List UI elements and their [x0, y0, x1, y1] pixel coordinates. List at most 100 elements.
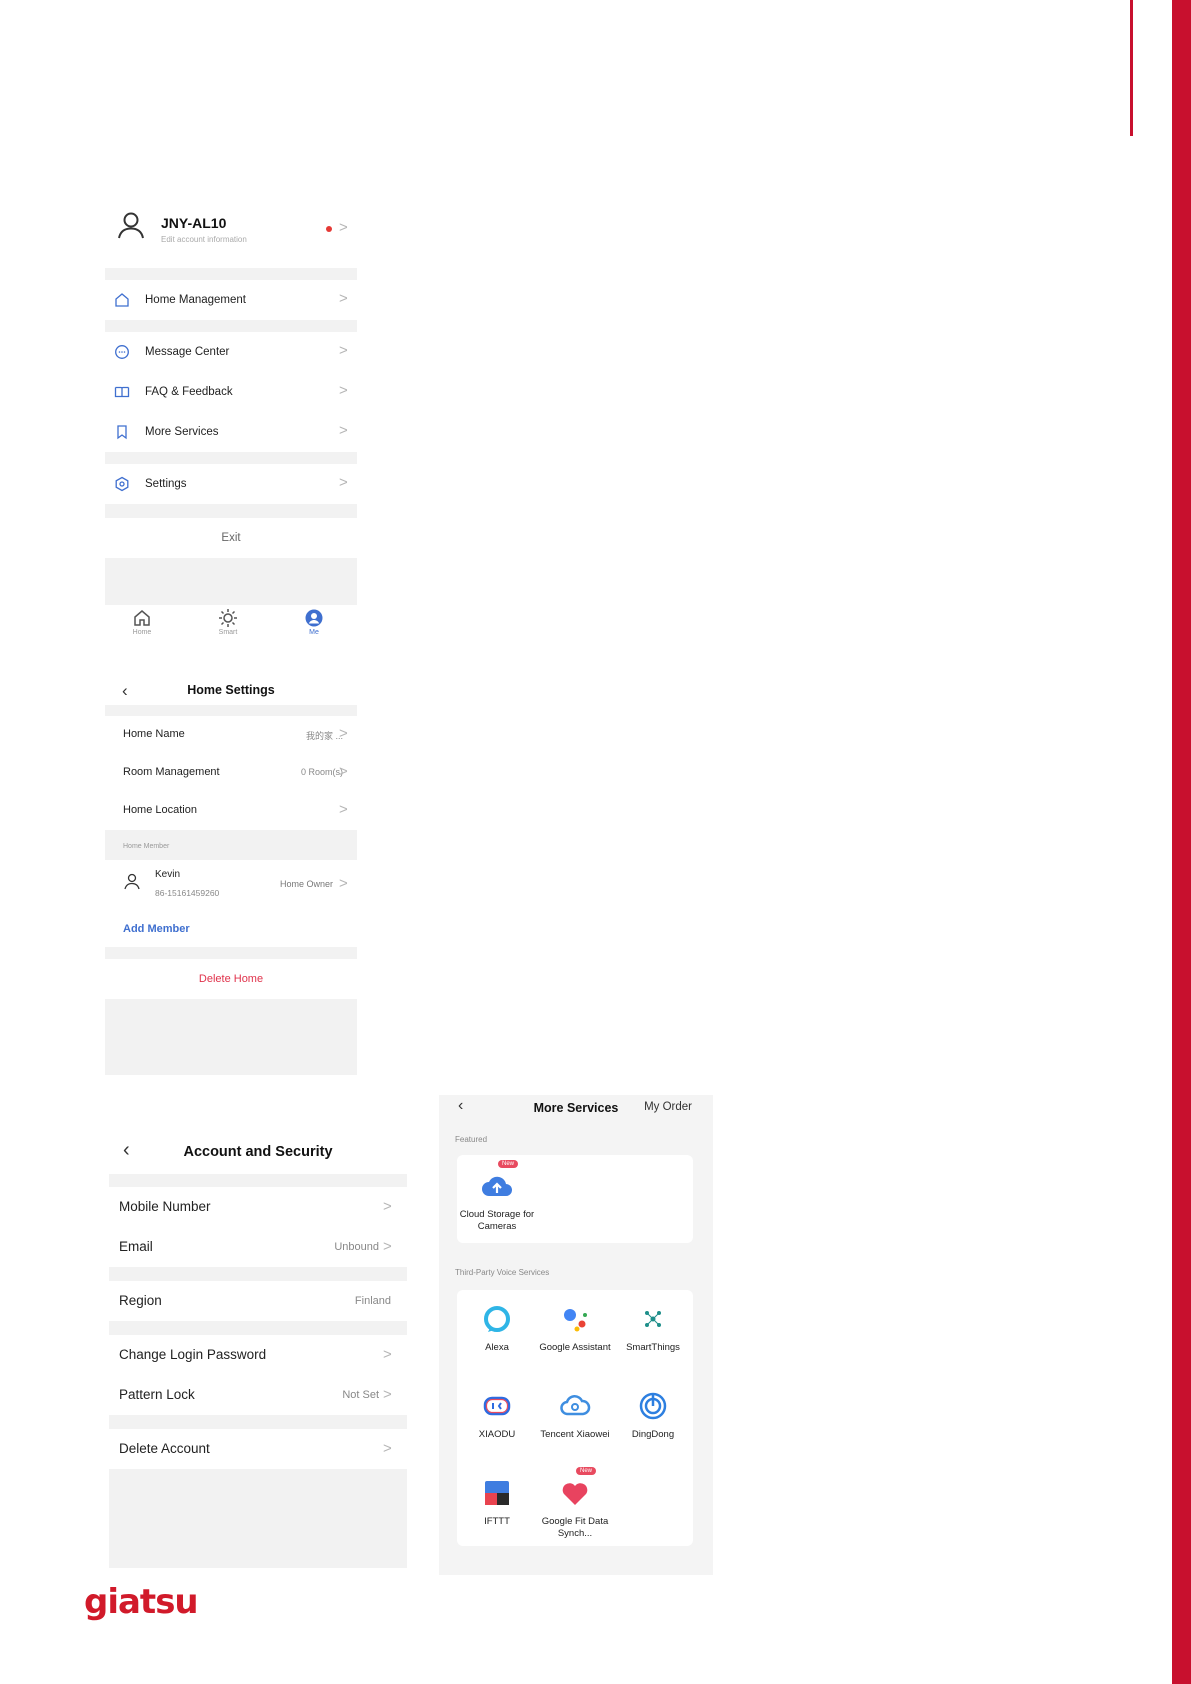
row-home-location[interactable]: Home Location > [105, 792, 357, 830]
chevron-right-icon: > [339, 219, 348, 236]
tab-home[interactable]: Home [117, 608, 167, 636]
member-name: Kevin [155, 869, 181, 880]
chevron-right-icon: > [339, 801, 348, 818]
my-order-link[interactable]: My Order [644, 1101, 692, 1113]
service-google-fit[interactable]: New Google Fit Data Synch... [535, 1467, 615, 1540]
menu-label: FAQ & Feedback [145, 386, 233, 398]
row-room-management[interactable]: Room Management 0 Room(s) > [105, 754, 357, 792]
bottom-tab-bar: Home Smart Me [105, 605, 357, 647]
service-name: Alexa [485, 1342, 509, 1353]
menu-label: Message Center [145, 346, 230, 358]
tab-label: Home [132, 629, 152, 636]
smartthings-icon [636, 1302, 670, 1336]
chevron-right-icon: > [383, 1238, 392, 1255]
row-label: Home Location [123, 804, 197, 816]
bookmark-icon [114, 424, 130, 440]
chevron-right-icon: > [339, 290, 348, 307]
service-name: IFTTT [484, 1516, 510, 1527]
service-xiaodu[interactable]: XIAODU [457, 1389, 537, 1441]
row-home-name[interactable]: Home Name 我的家 ... > [105, 716, 357, 754]
top-bar: ‹ Account and Security [109, 1128, 407, 1174]
notification-dot [326, 226, 332, 232]
top-bar: ‹ Home Settings [105, 677, 357, 705]
heart-icon [558, 1476, 592, 1510]
brand-logo: giatsu [84, 1582, 199, 1622]
service-ifttt[interactable]: IFTTT [457, 1476, 537, 1528]
chevron-right-icon: > [339, 875, 348, 892]
member-row[interactable]: Kevin 86-15161459260 Home Owner > [105, 860, 357, 912]
chevron-right-icon: > [339, 382, 348, 399]
section-label-voice: Third-Party Voice Services [455, 1268, 550, 1277]
profile-subtitle: Edit account information [161, 235, 247, 244]
row-value: Not Set [342, 1389, 379, 1401]
row-label: Email [119, 1239, 153, 1254]
new-badge: New [498, 1160, 519, 1168]
red-accent-line [1130, 0, 1133, 136]
row-label: Home Name [123, 728, 185, 740]
add-member-label: Add Member [123, 923, 190, 935]
more-services-screen: ‹ More Services My Order Featured New Cl… [439, 1095, 713, 1575]
menu-item-settings[interactable]: Settings > [105, 464, 357, 504]
house-icon [114, 292, 130, 308]
service-name: Google Fit Data Synch... [541, 1516, 609, 1539]
row-value: Finland [354, 1295, 391, 1307]
chevron-right-icon: > [339, 474, 348, 491]
row-label: Delete Account [119, 1441, 210, 1456]
home-settings-screen: ‹ Home Settings Home Name 我的家 ... > Room… [105, 677, 357, 1075]
service-cloud-storage[interactable]: New Cloud Storage for Cameras [457, 1160, 537, 1233]
service-tencent-xiaowei[interactable]: Tencent Xiaowei [535, 1389, 615, 1441]
chevron-right-icon: > [339, 763, 348, 780]
row-label: Room Management [123, 766, 220, 778]
row-delete-account[interactable]: Delete Account > [109, 1429, 407, 1469]
service-name: Google Assistant [539, 1342, 611, 1353]
member-role: Home Owner [279, 879, 333, 889]
row-value: 0 Room(s) [300, 767, 343, 777]
row-label: Change Login Password [119, 1347, 267, 1362]
chevron-right-icon: > [339, 725, 348, 742]
home-icon [132, 608, 152, 628]
row-value: Unbound [334, 1241, 379, 1253]
row-change-login-password[interactable]: Change Login Password > [109, 1335, 407, 1375]
avatar-icon [123, 872, 141, 890]
delete-home-button[interactable]: Delete Home [105, 959, 357, 999]
section-label-featured: Featured [455, 1135, 488, 1144]
avatar-icon [115, 209, 147, 241]
row-mobile-number[interactable]: Mobile Number > [109, 1187, 407, 1227]
tab-smart[interactable]: Smart [203, 608, 253, 636]
chevron-right-icon: > [383, 1346, 392, 1363]
row-value: 我的家 ... [305, 731, 343, 741]
service-name: SmartThings [626, 1342, 680, 1353]
menu-item-more-services[interactable]: More Services > [105, 412, 357, 452]
chevron-right-icon: > [383, 1386, 392, 1403]
page-title: Account and Security [183, 1144, 333, 1160]
row-pattern-lock[interactable]: Pattern Lock Not Set > [109, 1375, 407, 1415]
sun-icon [218, 608, 238, 628]
menu-item-faq-feedback[interactable]: FAQ & Feedback > [105, 372, 357, 412]
menu-item-message-center[interactable]: Message Center > [105, 332, 357, 372]
service-name: Tencent Xiaowei [540, 1429, 610, 1440]
chevron-right-icon: > [383, 1198, 392, 1215]
profile-header[interactable]: JNY-AL10 Edit account information > [105, 195, 357, 268]
service-smartthings[interactable]: SmartThings [613, 1302, 693, 1354]
service-alexa[interactable]: Alexa [457, 1302, 537, 1354]
person-icon [304, 608, 324, 628]
tab-label: Me [309, 629, 319, 636]
chat-bubble-icon [114, 344, 130, 360]
service-google-assistant[interactable]: Google Assistant [535, 1302, 615, 1354]
menu-item-home-management[interactable]: Home Management > [105, 280, 357, 320]
row-label: Mobile Number [119, 1199, 211, 1214]
exit-button[interactable]: Exit [105, 518, 357, 558]
chevron-right-icon: > [383, 1440, 392, 1457]
alexa-ring-icon [480, 1302, 514, 1336]
tab-me[interactable]: Me [289, 608, 339, 636]
service-dingdong[interactable]: DingDong [613, 1389, 693, 1441]
row-email[interactable]: Email Unbound > [109, 1227, 407, 1267]
add-member-button[interactable]: Add Member [105, 912, 357, 947]
profile-name: JNY-AL10 [161, 215, 227, 231]
service-name: DingDong [631, 1429, 675, 1440]
tab-label: Smart [218, 629, 238, 636]
row-region[interactable]: Region Finland [109, 1281, 407, 1321]
cloud-upload-icon [480, 1169, 514, 1203]
dingdong-icon [636, 1389, 670, 1423]
service-name: XIAODU [478, 1429, 516, 1440]
